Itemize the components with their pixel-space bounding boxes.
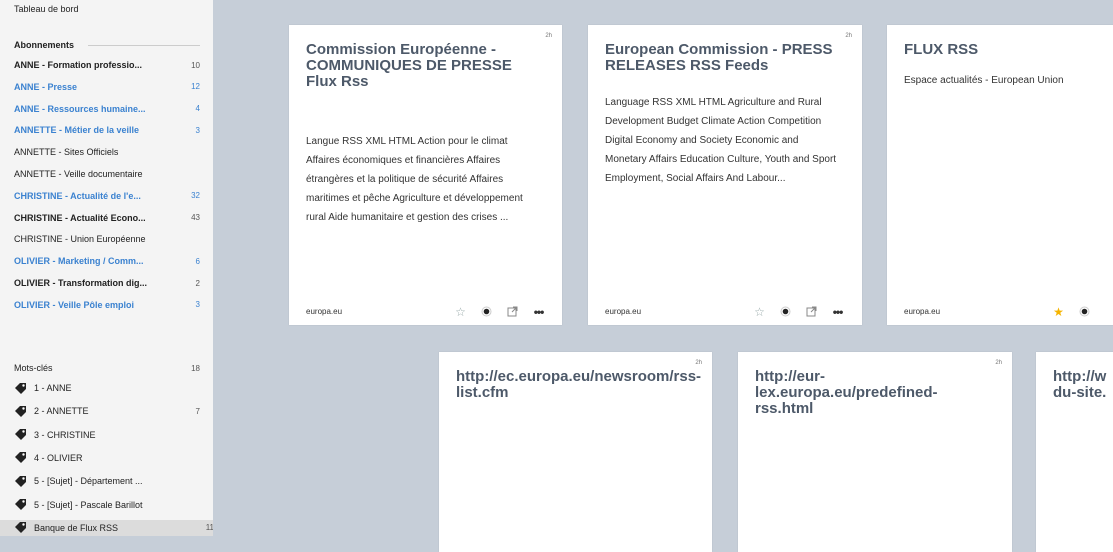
feed-card[interactable]: 2h European Commission - PRESS RELEASES R… bbox=[588, 25, 862, 325]
card-actions: ★ bbox=[1052, 305, 1091, 319]
card-description: Language RSS XML HTML Agriculture and Ru… bbox=[605, 97, 837, 184]
sidebar-item-tag[interactable]: Banque de Flux RSS 11 bbox=[0, 519, 213, 536]
external-link-icon[interactable] bbox=[506, 305, 519, 318]
card-title[interactable]: http://w du-site. bbox=[1053, 369, 1112, 401]
star-icon[interactable]: ★ bbox=[1052, 305, 1065, 319]
radio-icon[interactable] bbox=[480, 305, 493, 318]
sidebar-item-tag[interactable]: 5 - [Sujet] - Département ... bbox=[14, 473, 200, 489]
sidebar-item-subscription[interactable]: CHRISTINE - Actualité de l'e... 32 bbox=[14, 188, 200, 204]
star-icon[interactable]: ☆ bbox=[753, 305, 766, 319]
sidebar-item-subscription[interactable]: CHRISTINE - Actualité Econo... 43 bbox=[14, 210, 200, 226]
star-icon[interactable]: ☆ bbox=[454, 305, 467, 319]
tags-header-label: Mots-clés bbox=[14, 363, 53, 373]
subscriptions-header-label: Abonnements bbox=[14, 40, 75, 50]
sidebar-item-subscription[interactable]: OLIVIER - Veille Pôle emploi 3 bbox=[14, 297, 200, 313]
sidebar-item-subscription[interactable]: ANNETTE - Veille documentaire bbox=[14, 166, 200, 182]
sidebar-item-label: 5 - [Sujet] - Pascale Barillot bbox=[34, 499, 143, 510]
radio-icon[interactable] bbox=[779, 305, 792, 318]
tag-icon bbox=[14, 475, 28, 488]
sidebar-item-label: 3 - CHRISTINE bbox=[34, 429, 96, 440]
card-age: 2h bbox=[695, 360, 702, 366]
sidebar-item-label: OLIVIER - Transformation dig... bbox=[14, 278, 148, 288]
card-actions: ☆ ••• bbox=[753, 305, 844, 319]
card-source: europa.eu bbox=[605, 307, 642, 316]
sidebar-item-subscription[interactable]: ANNE - Presse 12 bbox=[14, 79, 200, 95]
sidebar-item-label: ANNE - Ressources humaine... bbox=[14, 103, 146, 114]
sidebar-item-label: OLIVIER - Marketing / Comm... bbox=[14, 256, 144, 267]
sidebar-item-count: 4 bbox=[195, 104, 200, 114]
sidebar-item-tag[interactable]: 4 - OLIVIER bbox=[14, 450, 200, 466]
sidebar-item-label: CHRISTINE - Union Européenne bbox=[14, 234, 146, 245]
card-source: europa.eu bbox=[904, 307, 941, 316]
sidebar-item-subscription[interactable]: ANNETTE - Métier de la veille 3 bbox=[14, 122, 200, 138]
sidebar-item-count: 32 bbox=[191, 191, 200, 201]
card-title[interactable]: http://eur-lex.europa.eu/predefined-rss.… bbox=[755, 369, 988, 417]
sidebar-item-tag[interactable]: 5 - [Sujet] - Pascale Barillot bbox=[14, 497, 200, 513]
external-link-icon[interactable] bbox=[805, 305, 818, 318]
sidebar-item-label: 2 - ANNETTE bbox=[34, 406, 89, 417]
card-actions: ☆ ••• bbox=[454, 305, 545, 319]
tags-header-count: 18 bbox=[191, 363, 200, 373]
sidebar-item-count: 6 bbox=[195, 256, 200, 266]
tag-icon bbox=[14, 451, 28, 464]
sidebar-item-label: 1 - ANNE bbox=[34, 383, 72, 393]
sidebar-item-count: 10 bbox=[191, 60, 200, 70]
feed-card[interactable]: 2h Commission Européenne - COMMUNIQUES DE… bbox=[289, 25, 562, 325]
feed-card[interactable]: 2h http://eur-lex.europa.eu/predefined-rs… bbox=[738, 352, 1012, 552]
sidebar-item-subscription[interactable]: ANNE - Formation professio... 10 bbox=[14, 57, 200, 73]
feed-card[interactable]: http://w du-site. bbox=[1036, 352, 1113, 552]
sidebar-item-subscription[interactable]: OLIVIER - Marketing / Comm... 6 bbox=[14, 253, 200, 269]
sidebar-item-count: 3 bbox=[195, 125, 200, 135]
sidebar-item-tag[interactable]: 1 - ANNE bbox=[14, 380, 200, 396]
dashboard-link[interactable]: Tableau de bord bbox=[14, 1, 200, 17]
card-title[interactable]: FLUX RSS bbox=[904, 42, 1113, 58]
tags-header[interactable]: Mots-clés 18 bbox=[14, 360, 200, 376]
sidebar-item-label: Banque de Flux RSS bbox=[34, 522, 119, 533]
radio-icon[interactable] bbox=[1078, 305, 1091, 318]
sidebar-item-label: 4 - OLIVIER bbox=[34, 452, 83, 463]
sidebar-item-count: 11 bbox=[205, 523, 213, 533]
sidebar-item-label: ANNETTE - Métier de la veille bbox=[14, 125, 140, 136]
sidebar-item-tag[interactable]: 2 - ANNETTE 7 bbox=[14, 403, 200, 419]
sidebar-item-subscription[interactable]: OLIVIER - Transformation dig... 2 bbox=[14, 275, 200, 291]
card-description: Espace actualités - European Union bbox=[904, 75, 1064, 86]
feed-card[interactable]: 2h http://ec.europa.eu/newsroom/rss-list.… bbox=[439, 352, 712, 552]
card-age: 2h bbox=[545, 33, 552, 39]
sidebar-item-count: 43 bbox=[191, 213, 200, 223]
sidebar-item-label: ANNETTE - Sites Officiels bbox=[14, 147, 119, 158]
card-title[interactable]: European Commission - PRESS RELEASES RSS… bbox=[605, 42, 838, 74]
card-title[interactable]: http://ec.europa.eu/newsroom/rss-list.cf… bbox=[456, 369, 701, 401]
more-icon[interactable]: ••• bbox=[532, 305, 545, 319]
sidebar-item-label: CHRISTINE - Actualité de l'e... bbox=[14, 190, 141, 201]
sidebar-item-label: OLIVIER - Veille Pôle emploi bbox=[14, 299, 135, 310]
card-age: 2h bbox=[995, 360, 1002, 366]
dashboard-label: Tableau de bord bbox=[14, 4, 79, 14]
sidebar-item-subscription[interactable]: ANNE - Ressources humaine... 4 bbox=[14, 101, 200, 117]
sidebar-item-label: CHRISTINE - Actualité Econo... bbox=[14, 212, 146, 223]
tag-icon bbox=[14, 405, 28, 418]
sidebar-item-label: ANNE - Formation professio... bbox=[14, 60, 143, 70]
tag-icon bbox=[14, 521, 28, 534]
sidebar-item-subscription[interactable]: ANNETTE - Sites Officiels bbox=[14, 144, 200, 160]
sidebar-item-count: 7 bbox=[195, 406, 200, 416]
feed-card[interactable]: FLUX RSS Espace actualités - European Uni… bbox=[887, 25, 1113, 325]
card-description: Langue RSS XML HTML Action pour le clima… bbox=[306, 136, 523, 223]
more-icon[interactable]: ••• bbox=[831, 305, 844, 319]
card-title[interactable]: Commission Européenne - COMMUNIQUES DE P… bbox=[306, 42, 538, 90]
sidebar-item-tag[interactable]: 3 - CHRISTINE bbox=[14, 427, 200, 443]
tag-icon bbox=[14, 428, 28, 441]
sidebar-item-label: 5 - [Sujet] - Département ... bbox=[34, 476, 143, 487]
sidebar-item-label: ANNE - Presse bbox=[14, 81, 78, 92]
sidebar-item-subscription[interactable]: CHRISTINE - Union Européenne bbox=[14, 231, 200, 247]
sidebar: Tableau de bord Abonnements ANNE - Forma… bbox=[0, 0, 213, 536]
tag-icon bbox=[14, 382, 28, 395]
card-source: europa.eu bbox=[306, 307, 343, 316]
tag-icon bbox=[14, 498, 28, 511]
sidebar-item-label: ANNETTE - Veille documentaire bbox=[14, 169, 143, 179]
divider bbox=[88, 45, 200, 46]
sidebar-item-count: 12 bbox=[191, 82, 200, 92]
sidebar-item-count: 3 bbox=[195, 300, 200, 310]
sidebar-item-count: 2 bbox=[195, 278, 200, 288]
card-age: 2h bbox=[845, 33, 852, 39]
